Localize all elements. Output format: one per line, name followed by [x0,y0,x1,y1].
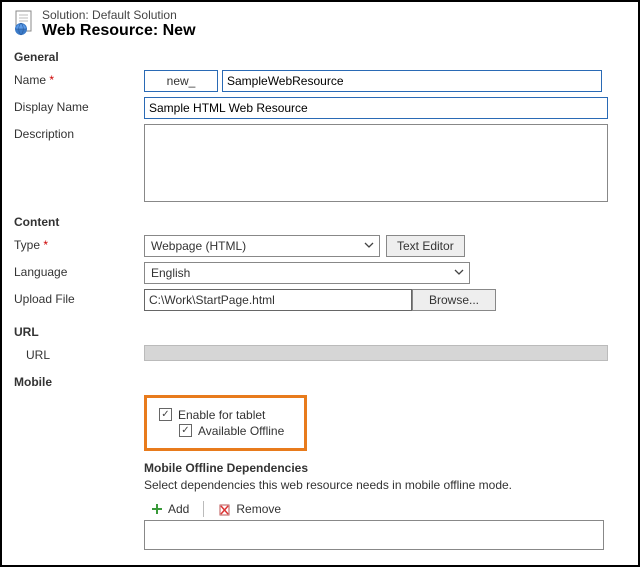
section-general: General [14,50,626,64]
web-resource-form: Solution: Default Solution Web Resource:… [0,0,640,567]
browse-button[interactable]: Browse... [412,289,496,311]
enable-tablet-label: Enable for tablet [178,408,265,422]
enable-tablet-checkbox[interactable]: ✓ [159,408,172,421]
add-button[interactable]: Add [144,501,195,517]
text-editor-button[interactable]: Text Editor [386,235,465,257]
url-label: URL [14,345,144,365]
available-offline-label: Available Offline [198,424,284,438]
name-prefix[interactable]: new_ [144,70,218,92]
deps-list[interactable] [144,520,604,550]
section-url: URL [14,325,626,339]
remove-button[interactable]: Remove [212,501,287,517]
header: Solution: Default Solution Web Resource:… [14,8,626,40]
type-select[interactable]: Webpage (HTML) [144,235,380,257]
mobile-highlight-box: ✓ Enable for tablet ✓ Available Offline [144,395,307,451]
deps-toolbar: Add Remove [144,498,626,520]
upload-path-field[interactable]: C:\Work\StartPage.html [144,289,412,311]
url-value [144,345,608,361]
display-name-label: Display Name [14,97,144,117]
mobile-deps-heading: Mobile Offline Dependencies [144,461,626,475]
language-label: Language [14,262,144,282]
upload-file-label: Upload File [14,289,144,309]
name-label: Name * [14,70,144,90]
mobile-deps-hint: Select dependencies this web resource ne… [144,478,626,492]
display-name-input[interactable] [144,97,608,119]
section-mobile: Mobile [14,375,626,389]
section-content: Content [14,215,626,229]
solution-label: Solution: Default Solution [42,8,196,22]
description-label: Description [14,124,144,144]
toolbar-separator [203,501,204,517]
page-title: Web Resource: New [42,22,196,40]
type-label: Type * [14,235,144,255]
available-offline-checkbox[interactable]: ✓ [179,424,192,437]
remove-icon [218,502,232,516]
plus-icon [150,502,164,516]
document-globe-icon [14,10,36,36]
language-select[interactable]: English [144,262,470,284]
name-input[interactable] [222,70,602,92]
description-input[interactable] [144,124,608,202]
